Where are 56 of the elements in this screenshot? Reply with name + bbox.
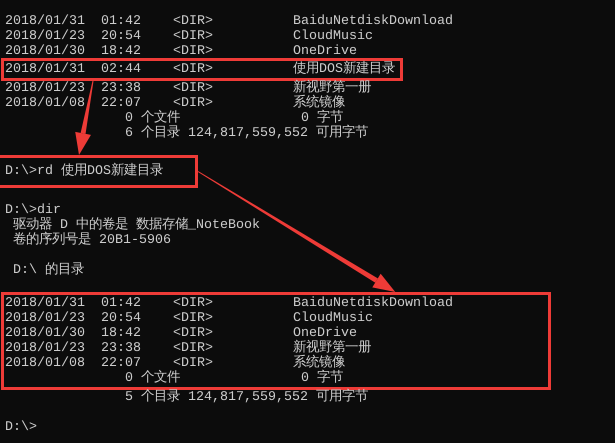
type-text: <DIR> [173, 96, 213, 111]
date-text: 2018/01/23 [5, 29, 85, 44]
folder-name: 系统镜像 [293, 356, 345, 371]
type-text: <DIR> [173, 81, 213, 96]
type-text: <DIR> [173, 341, 213, 356]
type-text: <DIR> [173, 296, 213, 311]
size-text: 0 字节 [301, 111, 343, 126]
time-text: 22:07 [101, 96, 141, 111]
time-text: 18:42 [101, 326, 141, 341]
date-text: 2018/01/31 [5, 296, 85, 311]
command-line: D:\> [5, 420, 37, 435]
time-text: 23:38 [101, 341, 141, 356]
time-text: 20:54 [101, 29, 141, 44]
folder-name: 系统镜像 [293, 96, 345, 111]
type-text: <DIR> [173, 326, 213, 341]
type-text: <DIR> [173, 62, 213, 77]
time-text: 02:44 [101, 62, 141, 77]
summary-text: 0 个文件 [125, 371, 180, 386]
folder-name: OneDrive [293, 326, 357, 341]
time-text: 01:42 [101, 14, 141, 29]
date-text: 2018/01/23 [5, 311, 85, 326]
folder-name: 使用DOS新建目录 [293, 62, 395, 77]
output-text: D:\ 的目录 [12, 263, 84, 278]
time-text: 01:42 [101, 296, 141, 311]
time-text: 23:38 [101, 81, 141, 96]
command-line: D:\>rd 使用DOS新建目录 [5, 164, 163, 179]
date-text: 2018/01/31 [5, 14, 85, 29]
date-text: 2018/01/23 [5, 341, 85, 356]
date-text: 2018/01/30 [5, 326, 85, 341]
date-text: 2018/01/23 [5, 81, 85, 96]
output-text: 卷的序列号是 20B1-5906 [12, 233, 171, 248]
summary-text: 0 个文件 [125, 111, 180, 126]
folder-name: BaiduNetdiskDownload [293, 296, 453, 311]
command-line: D:\>dir [5, 203, 61, 218]
type-text: <DIR> [173, 356, 213, 371]
size-text: 0 字节 [301, 371, 343, 386]
date-text: 2018/01/08 [5, 96, 85, 111]
type-text: <DIR> [173, 44, 213, 59]
folder-name: CloudMusic [293, 311, 373, 326]
time-text: 18:42 [101, 44, 141, 59]
time-text: 20:54 [101, 311, 141, 326]
summary-text: 6 个目录 124,817,559,552 可用字节 [125, 126, 368, 141]
type-text: <DIR> [173, 29, 213, 44]
folder-name: BaiduNetdiskDownload [293, 14, 453, 29]
folder-name: OneDrive [293, 44, 357, 59]
time-text: 22:07 [101, 356, 141, 371]
output-text: 驱动器 D 中的卷是 数据存储_NoteBook [12, 218, 260, 233]
folder-name: 新视野第一册 [293, 341, 371, 356]
folder-name: 新视野第一册 [293, 81, 371, 96]
type-text: <DIR> [173, 311, 213, 326]
date-text: 2018/01/08 [5, 356, 85, 371]
folder-name: CloudMusic [293, 29, 373, 44]
summary-text: 5 个目录 124,817,559,552 可用字节 [125, 390, 368, 405]
date-text: 2018/01/30 [5, 44, 85, 59]
date-text: 2018/01/31 [5, 62, 85, 77]
type-text: <DIR> [173, 14, 213, 29]
